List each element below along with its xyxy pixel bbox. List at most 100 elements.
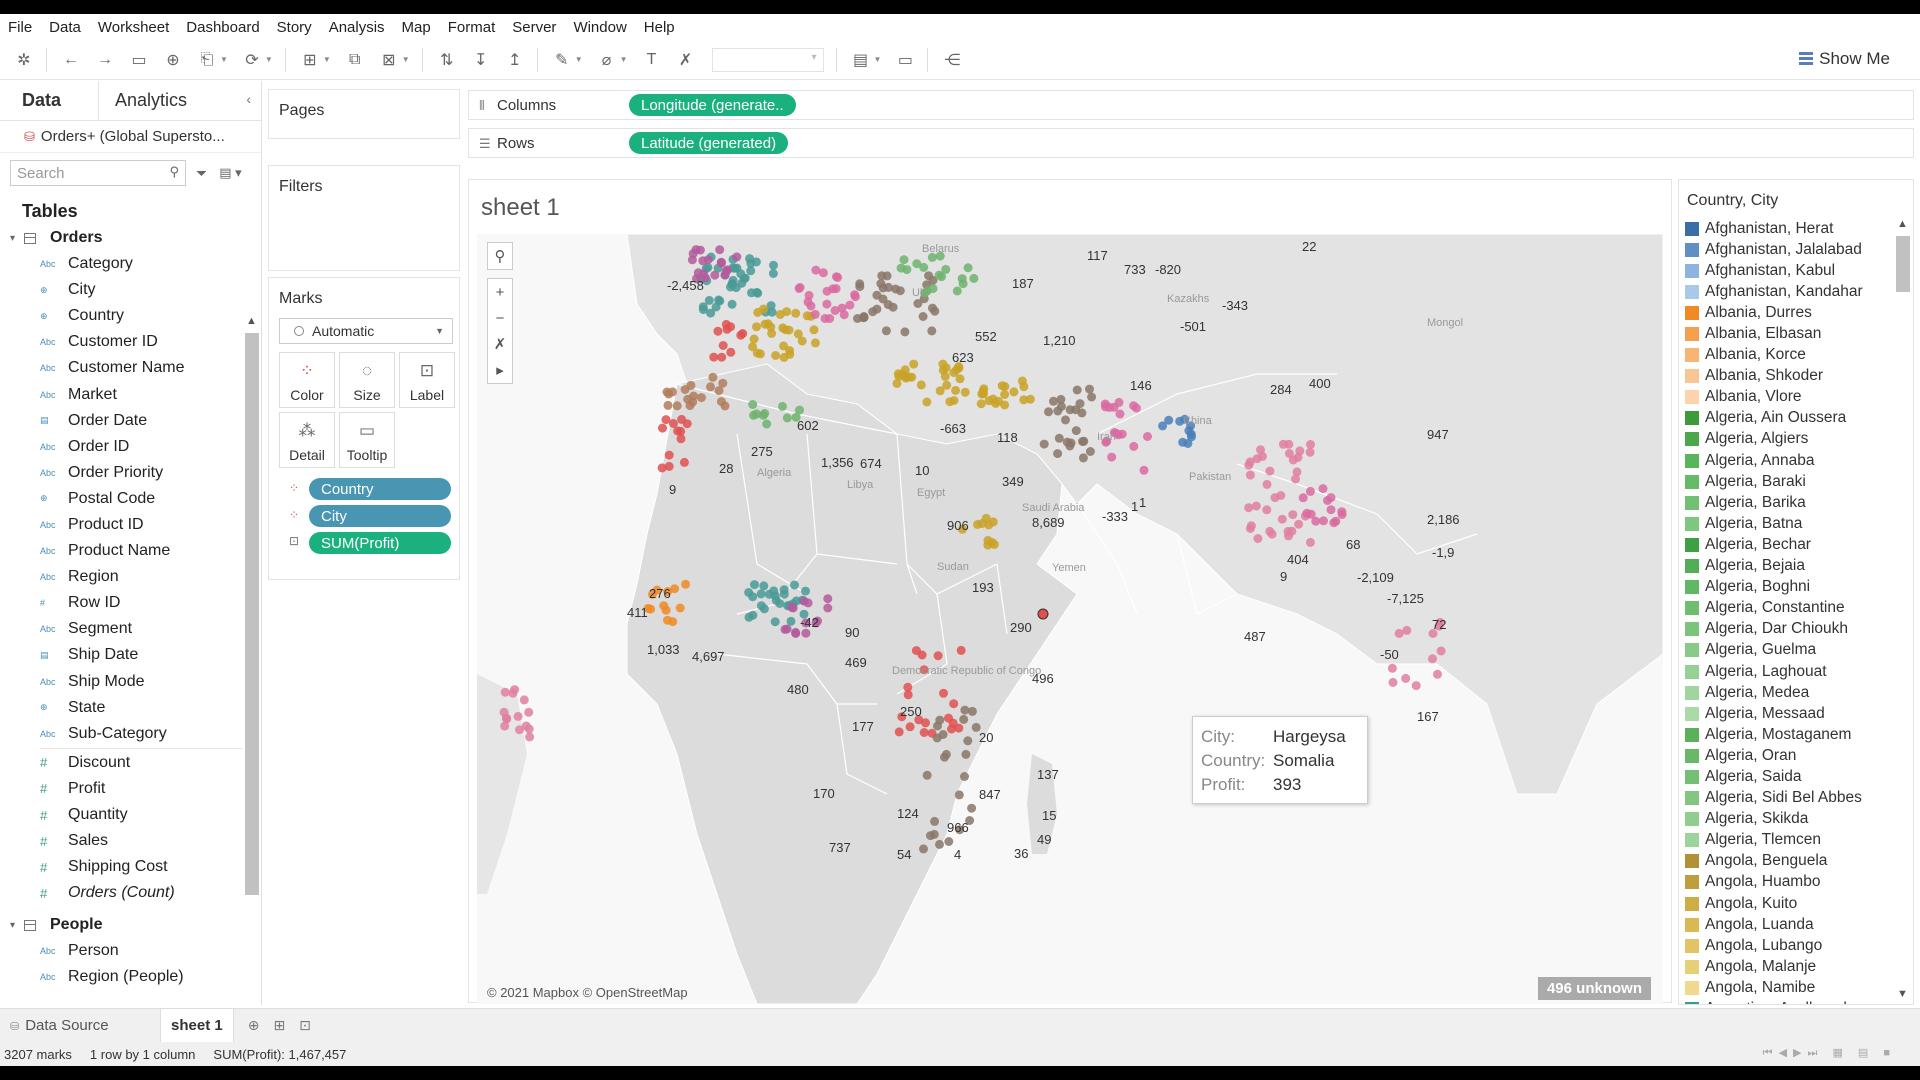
legend-item[interactable]: Angola, Huambo xyxy=(1679,872,1889,893)
menu-data[interactable]: Data xyxy=(49,19,81,36)
new-dashboard-icon[interactable]: ⊞ xyxy=(273,1017,285,1034)
table-group-orders[interactable]: ▾ Orders xyxy=(0,225,242,251)
sheet-title[interactable]: sheet 1 xyxy=(481,194,560,222)
legend-item[interactable]: Algeria, Barika xyxy=(1679,492,1889,513)
zoom-out-icon[interactable]: − xyxy=(488,305,512,331)
legend-item[interactable]: Albania, Durres xyxy=(1679,302,1889,323)
data-pane-scrollbar[interactable]: ▲ ▼ xyxy=(242,313,260,1066)
presentation-mode-icon[interactable]: ▭ xyxy=(895,50,915,70)
scrollbar-thumb[interactable] xyxy=(1896,236,1910,292)
map-search-icon[interactable]: ⚲ xyxy=(488,243,512,269)
legend-item[interactable]: Algeria, Guelma xyxy=(1679,640,1889,661)
highlight-icon[interactable]: ✎ xyxy=(552,50,572,70)
legend-item[interactable]: Angola, Benguela xyxy=(1679,851,1889,872)
legend-item[interactable]: Albania, Vlore xyxy=(1679,387,1889,408)
dimension-field[interactable]: Abc Market xyxy=(0,381,242,407)
fit-dropdown[interactable] xyxy=(711,47,824,72)
share-icon[interactable]: ⋲ xyxy=(942,50,962,70)
legend-item[interactable]: Angola, Lubango xyxy=(1679,935,1889,956)
legend-item[interactable]: Algeria, Boghni xyxy=(1679,577,1889,598)
columns-shelf[interactable]: ⦀ Columns Longitude (generate.. xyxy=(468,90,1914,120)
scroll-up-icon[interactable]: ▲ xyxy=(1897,218,1908,230)
country-pill[interactable]: Country xyxy=(309,478,451,500)
measure-field[interactable]: # Discount xyxy=(0,750,242,776)
legend-item[interactable]: Algeria, Medea xyxy=(1679,682,1889,703)
mark-type-dropdown[interactable]: Automatic ▼ xyxy=(279,318,453,344)
dimension-field[interactable]: Abc Region (People) xyxy=(0,964,242,990)
color-button[interactable]: ⁘ Color xyxy=(279,352,335,408)
legend-item[interactable]: Algeria, Messaad xyxy=(1679,703,1889,724)
chevron-down-icon[interactable]: ▼ xyxy=(220,55,228,64)
legend-item[interactable]: Algeria, Ain Oussera xyxy=(1679,408,1889,429)
clear-sheet-icon[interactable]: ⊠ xyxy=(379,50,399,70)
measure-field[interactable]: # Profit xyxy=(0,776,242,802)
label-button[interactable]: ⊡ Label xyxy=(399,352,455,408)
measure-field[interactable]: # Shipping Cost xyxy=(0,854,242,880)
collapse-pane-icon[interactable]: ‹ xyxy=(246,91,251,107)
latitude-pill[interactable]: Latitude (generated) xyxy=(629,132,789,154)
legend-item[interactable]: Algeria, Mostaganem xyxy=(1679,724,1889,745)
legend-item[interactable]: Afghanistan, Kabul xyxy=(1679,260,1889,281)
map-tools-arrow-icon[interactable]: ▸ xyxy=(488,357,512,383)
measure-field[interactable]: # Quantity xyxy=(0,802,242,828)
legend-item[interactable]: Angola, Kuito xyxy=(1679,893,1889,914)
new-worksheet-icon[interactable]: ⊕ xyxy=(248,1017,260,1034)
chevron-down-icon[interactable]: ▼ xyxy=(323,55,331,64)
map-attribution[interactable]: © 2021 Mapbox © OpenStreetMap xyxy=(487,985,688,1000)
dimension-field[interactable]: ⊕ Postal Code xyxy=(0,486,242,512)
filter-icon[interactable]: ⏷ xyxy=(196,165,207,182)
dimension-field[interactable]: Abc Segment xyxy=(0,616,242,642)
sort-ascending-icon[interactable]: ↧ xyxy=(471,50,491,70)
dimension-field[interactable]: ⊕ City xyxy=(0,277,242,303)
sort-descending-icon[interactable]: ↥ xyxy=(505,50,525,70)
fix-axes-icon[interactable]: ✗ xyxy=(676,50,696,70)
dimension-field[interactable]: Abc Customer Name xyxy=(0,355,242,381)
legend-item[interactable]: Algeria, Bejaia xyxy=(1679,556,1889,577)
menu-file[interactable]: File xyxy=(8,19,32,36)
show-cards-icon[interactable]: ▤ xyxy=(851,50,871,70)
measure-field[interactable]: # Orders (Count) xyxy=(0,880,242,906)
dimension-field[interactable]: Abc Product Name xyxy=(0,538,242,564)
size-button[interactable]: ◌ Size xyxy=(339,352,395,408)
table-group-people[interactable]: ▾ People xyxy=(0,912,242,938)
legend-item[interactable]: Algeria, Dar Chioukh xyxy=(1679,619,1889,640)
legend-item[interactable]: Afghanistan, Jalalabad xyxy=(1679,239,1889,260)
dimension-field[interactable]: Abc Region xyxy=(0,564,242,590)
legend-item[interactable]: Angola, Luanda xyxy=(1679,914,1889,935)
swap-icon[interactable]: ⇅ xyxy=(437,50,457,70)
map-canvas[interactable]: Algeria Libya Egypt Sudan Yemen Saudi Arabia I… xyxy=(477,234,1663,1004)
chevron-down-icon[interactable]: ▼ xyxy=(620,55,628,64)
measure-field[interactable]: # Sales xyxy=(0,828,242,854)
legend-item[interactable]: Algeria, Constantine xyxy=(1679,598,1889,619)
show-mark-labels-icon[interactable]: T xyxy=(642,50,662,70)
new-datasource-icon[interactable]: ⊕ xyxy=(163,50,183,70)
legend-title[interactable]: Country, City xyxy=(1679,180,1913,216)
view-options-icon[interactable]: ▤ ▾ xyxy=(219,165,241,181)
scrollbar-thumb[interactable] xyxy=(245,333,259,895)
menu-window[interactable]: Window xyxy=(573,19,626,36)
legend-item[interactable]: Algeria, Algiers xyxy=(1679,429,1889,450)
legend-item[interactable]: Angola, Namibe xyxy=(1679,977,1889,998)
menu-server[interactable]: Server xyxy=(512,19,556,36)
group-members-icon[interactable]: ⌀ xyxy=(597,50,617,70)
unknown-indicator[interactable]: 496 unknown xyxy=(1537,977,1651,1000)
undo-icon[interactable]: ← xyxy=(61,50,81,70)
new-worksheet-icon[interactable]: ⊞ xyxy=(300,50,320,70)
scroll-up-icon[interactable]: ▲ xyxy=(246,315,257,327)
legend-item[interactable]: Algeria, Skikda xyxy=(1679,809,1889,830)
show-me-button[interactable]: Show Me xyxy=(1799,49,1890,69)
legend-item[interactable]: Albania, Elbasan xyxy=(1679,323,1889,344)
legend-item[interactable]: Algeria, Oran xyxy=(1679,745,1889,766)
legend-item[interactable]: Algeria, Batna xyxy=(1679,513,1889,534)
menu-analysis[interactable]: Analysis xyxy=(329,19,385,36)
chevron-down-icon[interactable]: ▼ xyxy=(402,55,410,64)
pause-updates-icon[interactable]: ⎗ xyxy=(197,50,217,70)
profit-pill[interactable]: SUM(Profit) xyxy=(309,532,451,554)
legend-item[interactable]: Algeria, Saida xyxy=(1679,766,1889,787)
search-input[interactable]: Search ⚲ xyxy=(10,160,186,186)
dimension-field[interactable]: ⊕ Country xyxy=(0,303,242,329)
map-svg[interactable]: Algeria Libya Egypt Sudan Yemen Saudi Arabia I… xyxy=(477,234,1663,1004)
legend-item[interactable]: Afghanistan, Herat xyxy=(1679,218,1889,239)
filters-card[interactable]: Filters xyxy=(268,165,460,271)
datasource-item[interactable]: ⛁ Orders+ (Global Supersto... xyxy=(0,121,261,153)
